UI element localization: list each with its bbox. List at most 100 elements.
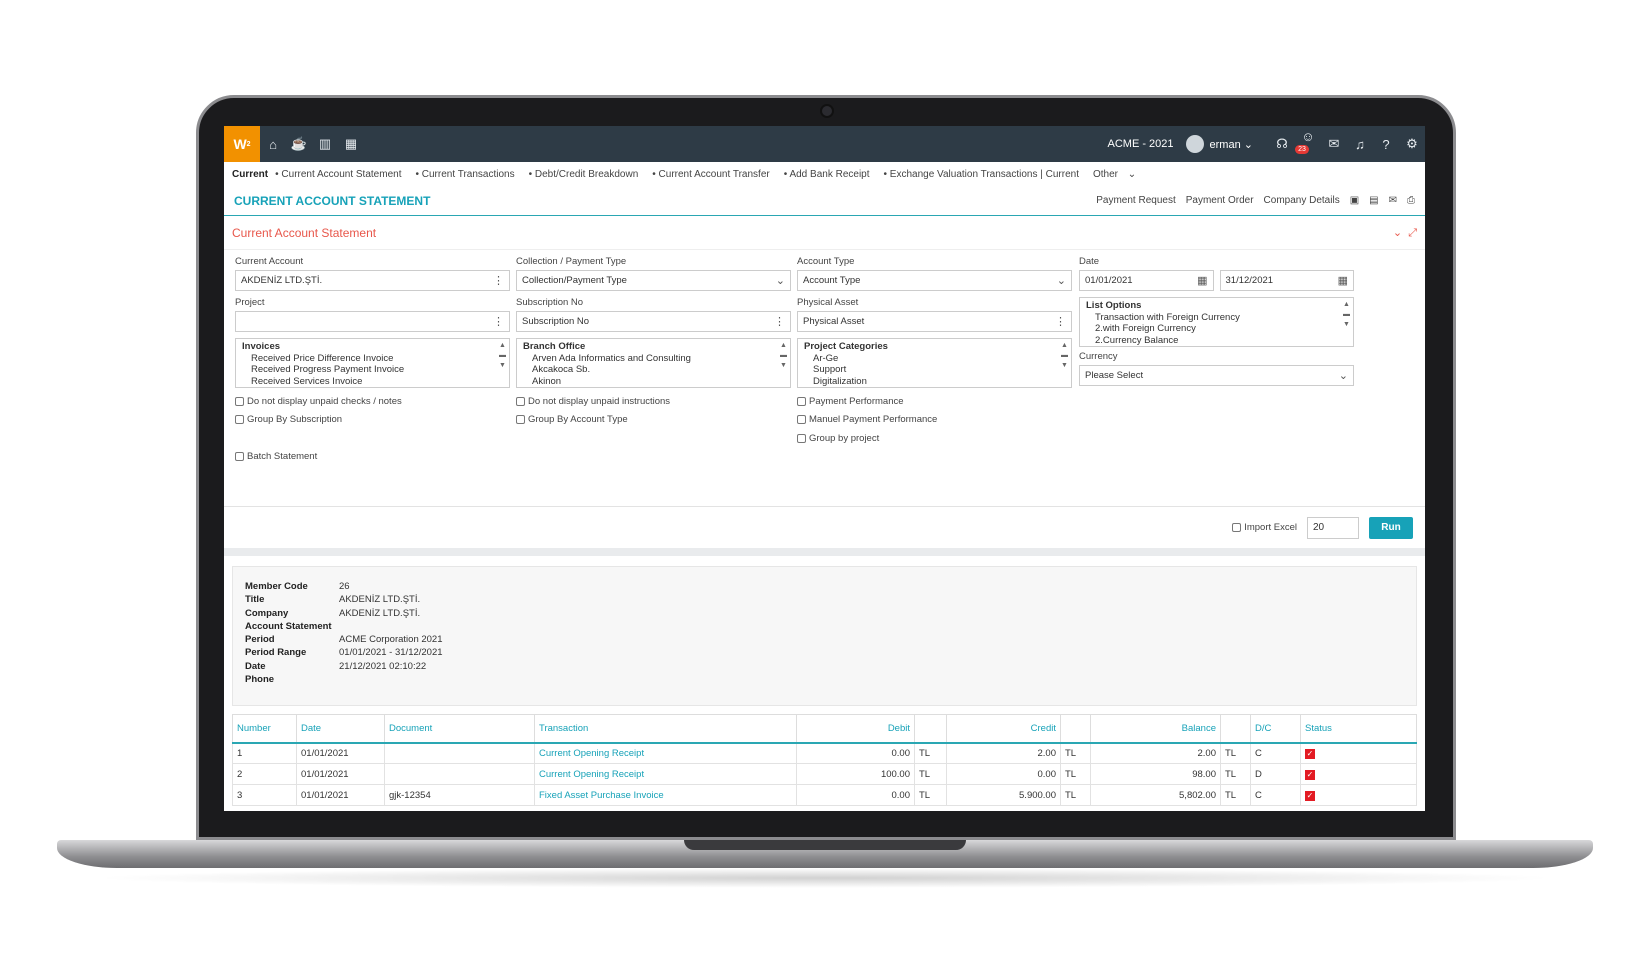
- col-number[interactable]: Number: [232, 714, 297, 744]
- payment-order-link[interactable]: Payment Order: [1186, 195, 1254, 206]
- run-button[interactable]: Run: [1369, 516, 1413, 539]
- cup-icon[interactable]: ☕: [286, 136, 312, 152]
- physical-asset-input[interactable]: Physical Asset ⋮: [797, 311, 1072, 332]
- list-item[interactable]: Received Services Invoice: [242, 376, 503, 388]
- list-item[interactable]: Digitalization: [804, 376, 1065, 388]
- list-item[interactable]: Support: [804, 364, 1065, 376]
- crumb-item[interactable]: • Add Bank Receipt: [784, 169, 877, 180]
- list-item[interactable]: Received Price Difference Invoice: [242, 353, 503, 365]
- user-menu[interactable]: erman ⌄: [1210, 138, 1253, 151]
- list-item[interactable]: Akcakoca Sb.: [523, 364, 784, 376]
- list-options-list[interactable]: List Options Transaction with Foreign Cu…: [1079, 297, 1354, 347]
- cell-transaction-link[interactable]: Current Opening Receipt: [534, 742, 797, 764]
- scrollbar[interactable]: ▲ ▬ ▼: [1060, 341, 1069, 385]
- more-icon[interactable]: ⋮: [1055, 315, 1066, 328]
- headset-icon[interactable]: ☊: [1269, 136, 1295, 152]
- payment-performance-checkbox[interactable]: Payment Performance: [797, 392, 1072, 411]
- col-credit[interactable]: Credit: [946, 714, 1061, 744]
- bell-icon[interactable]: ♫: [1347, 137, 1373, 152]
- list-item[interactable]: Ar-Ge: [804, 353, 1065, 365]
- crumb-item[interactable]: • Current Transactions: [415, 169, 521, 180]
- list-item[interactable]: Received Progress Payment Invoice: [242, 364, 503, 376]
- expand-icon[interactable]: ⤢: [1408, 227, 1417, 239]
- crumb-item[interactable]: • Current Account Statement: [275, 169, 408, 180]
- manual-payment-performance-checkbox[interactable]: Manuel Payment Performance: [797, 411, 1072, 430]
- account-type-select[interactable]: Account Type ⌄: [797, 270, 1072, 291]
- collection-type-select[interactable]: Collection/Payment Type ⌄: [516, 270, 791, 291]
- branch-office-list[interactable]: Branch Office Arven Ada Informatics and …: [516, 338, 791, 388]
- unpaid-checks-checkbox[interactable]: Do not display unpaid checks / notes: [235, 392, 510, 411]
- crumb-item[interactable]: • Current Account Transfer: [652, 169, 776, 180]
- list-item[interactable]: Transaction with Foreign Currency: [1086, 312, 1347, 324]
- col-document[interactable]: Document: [384, 714, 535, 744]
- mail-icon[interactable]: ✉: [1389, 195, 1397, 206]
- list-item[interactable]: Arven Ada Informatics and Consulting: [523, 353, 784, 365]
- group-subscription-checkbox[interactable]: Group By Subscription: [235, 411, 510, 430]
- cell-transaction-link[interactable]: Current Opening Receipt: [534, 763, 797, 785]
- chat-icon[interactable]: ✉: [1321, 136, 1347, 152]
- list-item[interactable]: 2.Currency Balance: [1086, 335, 1347, 347]
- project-categories-list[interactable]: Project Categories Ar-Ge Support Digital…: [797, 338, 1072, 388]
- col-status[interactable]: Status: [1300, 714, 1417, 744]
- collapse-icon[interactable]: ⌄: [1393, 227, 1402, 239]
- group-project-checkbox[interactable]: Group by project: [797, 429, 1072, 448]
- status-check-icon[interactable]: ✓: [1305, 790, 1315, 801]
- info-key: Title: [245, 594, 265, 606]
- list-item[interactable]: Akinon: [523, 376, 784, 388]
- cell-transaction-link[interactable]: Fixed Asset Purchase Invoice: [534, 784, 797, 806]
- more-icon[interactable]: ⋮: [774, 315, 785, 328]
- currency-select[interactable]: Please Select ⌄: [1079, 365, 1354, 386]
- import-excel-checkbox[interactable]: Import Excel: [1232, 518, 1297, 537]
- pdf-icon[interactable]: ▤: [1369, 195, 1378, 206]
- col-transaction[interactable]: Transaction: [534, 714, 797, 744]
- crumb-current[interactable]: Current: [232, 169, 268, 180]
- gear-icon[interactable]: ⚙: [1399, 136, 1425, 152]
- page-size-input[interactable]: 20: [1307, 516, 1359, 539]
- cell-number: 1: [232, 742, 297, 764]
- scrollbar[interactable]: ▲ ▬ ▼: [1342, 300, 1351, 344]
- more-icon[interactable]: ⋮: [493, 274, 504, 287]
- current-account-input[interactable]: AKDENİZ LTD.ŞTİ. ⋮: [235, 270, 510, 291]
- date-to-input[interactable]: 31/12/2021 ▦: [1219, 270, 1354, 291]
- smiley-icon[interactable]: ☺23: [1295, 129, 1321, 159]
- app-logo[interactable]: W2: [224, 126, 260, 162]
- scrollbar[interactable]: ▲ ▬ ▼: [779, 341, 788, 385]
- help-icon[interactable]: ?: [1373, 137, 1399, 152]
- save-icon[interactable]: ▣: [1350, 195, 1359, 206]
- home-icon[interactable]: ⌂: [260, 137, 286, 152]
- payment-request-link[interactable]: Payment Request: [1096, 195, 1176, 206]
- more-icon[interactable]: ⋮: [493, 315, 504, 328]
- date-from-input[interactable]: 01/01/2021 ▦: [1079, 270, 1214, 291]
- col-dc[interactable]: D/C: [1250, 714, 1301, 744]
- chart-icon[interactable]: ▥: [312, 136, 338, 152]
- avatar[interactable]: [1185, 135, 1204, 153]
- crumb-item[interactable]: • Exchange Valuation Transactions | Curr…: [884, 169, 1086, 180]
- webcam: [820, 104, 834, 118]
- crumb-item[interactable]: • Debt/Credit Breakdown: [529, 169, 646, 180]
- calendar-icon[interactable]: ▦: [1197, 274, 1207, 287]
- table-row[interactable]: 2 01/01/2021 Current Opening Receipt 100.00…: [232, 763, 1417, 785]
- list-item[interactable]: 2.with Foreign Currency: [1086, 323, 1347, 335]
- scrollbar[interactable]: ▲ ▬ ▼: [498, 341, 507, 385]
- company-details-link[interactable]: Company Details: [1264, 195, 1340, 206]
- col-date[interactable]: Date: [296, 714, 385, 744]
- col-debit[interactable]: Debit: [796, 714, 915, 744]
- status-check-icon[interactable]: ✓: [1305, 748, 1315, 759]
- group-account-type-checkbox[interactable]: Group By Account Type: [516, 411, 791, 430]
- info-row: Period ACME Corporation 2021: [245, 634, 1404, 647]
- status-check-icon[interactable]: ✓: [1305, 769, 1315, 780]
- col-balance[interactable]: Balance: [1090, 714, 1221, 744]
- crumb-other[interactable]: Other ⌄: [1093, 169, 1136, 180]
- cell-dc: C: [1250, 784, 1301, 806]
- print-icon[interactable]: ⎙: [1407, 195, 1415, 206]
- invoices-list[interactable]: Invoices Received Price Difference Invoi…: [235, 338, 510, 388]
- table-row[interactable]: 3 01/01/2021 gjk-12354 Fixed Asset Purchase…: [232, 784, 1417, 806]
- calendar-icon[interactable]: ▦: [338, 136, 364, 152]
- project-input[interactable]: ⋮: [235, 311, 510, 332]
- batch-statement-checkbox[interactable]: Batch Statement: [235, 448, 510, 467]
- company-selector[interactable]: ACME - 2021: [1108, 138, 1174, 150]
- calendar-icon[interactable]: ▦: [1338, 274, 1348, 287]
- subscription-no-input[interactable]: Subscription No ⋮: [516, 311, 791, 332]
- table-row[interactable]: 1 01/01/2021 Current Opening Receipt 0.00 TL…: [232, 742, 1417, 764]
- unpaid-instructions-checkbox[interactable]: Do not display unpaid instructions: [516, 392, 791, 411]
